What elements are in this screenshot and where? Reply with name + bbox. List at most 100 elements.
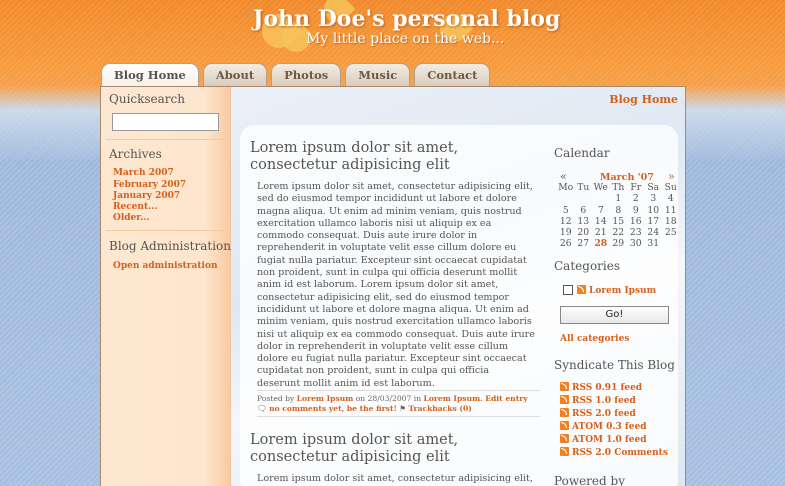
rss-icon[interactable] bbox=[560, 408, 569, 417]
calendar-day[interactable]: 2 bbox=[627, 193, 645, 204]
calendar-weekday: Sa bbox=[647, 182, 660, 193]
calendar-day[interactable]: 16 bbox=[627, 216, 645, 227]
comment-icon: 🗨 bbox=[257, 404, 267, 413]
divider bbox=[106, 139, 226, 140]
calendar-weekday: Su bbox=[664, 182, 677, 193]
calendar-weekday: Th bbox=[612, 182, 625, 193]
feed-link-rss-20[interactable]: RSS 2.0 feed bbox=[572, 409, 636, 419]
calendar-day[interactable]: 17 bbox=[645, 216, 663, 227]
powered-by-heading: Powered by bbox=[554, 474, 625, 486]
category-checkbox[interactable] bbox=[563, 285, 573, 295]
calendar-day[interactable]: 26 bbox=[557, 238, 575, 249]
rss-icon[interactable] bbox=[577, 285, 586, 294]
calendar-day[interactable]: 5 bbox=[557, 205, 575, 216]
quicksearch-heading: Quicksearch bbox=[109, 92, 185, 106]
post-meta-line-2: 🗨 no comments yet, be the first! ⚑ Track… bbox=[257, 404, 472, 413]
tab-music[interactable]: Music bbox=[345, 63, 411, 87]
archives-heading: Archives bbox=[109, 147, 162, 161]
calendar-day[interactable]: 15 bbox=[610, 216, 628, 227]
post-body: Lorem ipsum dolor sit amet, consectetur … bbox=[257, 473, 533, 486]
categories-heading: Categories bbox=[554, 259, 620, 273]
calendar-day[interactable]: 11 bbox=[662, 205, 680, 216]
post-body: Lorem ipsum dolor sit amet, consectetur … bbox=[257, 181, 535, 389]
calendar-day[interactable]: 27 bbox=[575, 238, 593, 249]
archive-link-march-2007[interactable]: March 2007 bbox=[113, 168, 174, 178]
calendar-day[interactable]: 25 bbox=[662, 227, 680, 238]
rss-icon[interactable] bbox=[560, 434, 569, 443]
breadcrumb[interactable]: Blog Home bbox=[609, 93, 678, 106]
tab-photos[interactable]: Photos bbox=[271, 63, 342, 87]
blog-administration-heading: Blog Administration bbox=[109, 239, 231, 253]
trackbacks-link[interactable]: Trackbacks (0) bbox=[408, 404, 471, 413]
rss-icon[interactable] bbox=[560, 395, 569, 404]
posted-by-label: Posted by bbox=[257, 394, 295, 403]
calendar-day bbox=[557, 193, 575, 204]
site-subtitle: My little place on the web... bbox=[306, 31, 505, 47]
archive-link-older[interactable]: Older... bbox=[113, 213, 150, 223]
calendar-weekday: Tu bbox=[577, 182, 590, 193]
tab-contact[interactable]: Contact bbox=[414, 63, 491, 87]
calendar-day[interactable]: 7 bbox=[592, 205, 610, 216]
calendar-day[interactable]: 9 bbox=[627, 205, 645, 216]
calendar-day[interactable]: 18 bbox=[662, 216, 680, 227]
go-button[interactable]: Go! bbox=[560, 306, 669, 324]
calendar-day[interactable]: 29 bbox=[610, 238, 628, 249]
divider bbox=[257, 416, 540, 417]
post-category-link[interactable]: Lorem Ipsum. bbox=[424, 394, 483, 403]
post-author-link[interactable]: Lorem Ipsum bbox=[297, 394, 354, 403]
calendar-day[interactable]: 4 bbox=[662, 193, 680, 204]
syndicate-heading: Syndicate This Blog bbox=[554, 358, 675, 372]
open-administration-link[interactable]: Open administration bbox=[113, 261, 217, 271]
calendar-grid: Mo Tu We Th Fr Sa Su 1 2 3 4 5 6 7 8 9 10 11 12 13 14… bbox=[557, 182, 680, 250]
calendar-day[interactable]: 19 bbox=[557, 227, 575, 238]
post-date-label: on 28/03/2007 in bbox=[355, 394, 422, 403]
feed-link-rss-091[interactable]: RSS 0.91 feed bbox=[572, 383, 642, 393]
calendar-day[interactable]: 10 bbox=[645, 205, 663, 216]
calendar-day[interactable]: 21 bbox=[592, 227, 610, 238]
calendar-weekday: We bbox=[593, 182, 608, 193]
edit-entry-link[interactable]: Edit entry bbox=[485, 394, 527, 403]
divider bbox=[106, 230, 226, 231]
feed-link-atom-03[interactable]: ATOM 0.3 feed bbox=[572, 422, 647, 432]
tab-blog-home[interactable]: Blog Home bbox=[101, 63, 199, 88]
calendar-day[interactable]: 28 bbox=[592, 238, 610, 249]
calendar-day[interactable]: 8 bbox=[610, 205, 628, 216]
archive-link-january-2007[interactable]: January 2007 bbox=[113, 191, 180, 201]
calendar-day[interactable]: 30 bbox=[627, 238, 645, 249]
divider bbox=[257, 390, 540, 391]
archive-link-february-2007[interactable]: February 2007 bbox=[113, 180, 186, 190]
calendar-day[interactable]: 12 bbox=[557, 216, 575, 227]
calendar-day[interactable]: 31 bbox=[645, 238, 663, 249]
rss-icon[interactable] bbox=[560, 421, 569, 430]
calendar-day[interactable]: 20 bbox=[575, 227, 593, 238]
category-link-lorem-ipsum[interactable]: Lorem Ipsum bbox=[589, 286, 656, 296]
calendar-day[interactable]: 1 bbox=[610, 193, 628, 204]
calendar-day[interactable]: 23 bbox=[627, 227, 645, 238]
feed-link-rss-20-comments[interactable]: RSS 2.0 Comments bbox=[572, 448, 668, 458]
calendar-weekday: Mo bbox=[558, 182, 574, 193]
calendar-day bbox=[575, 193, 593, 204]
calendar-weekday: Fr bbox=[630, 182, 642, 193]
post-title[interactable]: Lorem ipsum dolor sit amet, consectetur … bbox=[250, 140, 530, 174]
calendar-day[interactable]: 14 bbox=[592, 216, 610, 227]
archive-link-recent[interactable]: Recent... bbox=[113, 202, 158, 212]
calendar-heading: Calendar bbox=[554, 146, 610, 160]
calendar-day[interactable]: 13 bbox=[575, 216, 593, 227]
calendar-day[interactable]: 3 bbox=[645, 193, 663, 204]
rss-icon[interactable] bbox=[560, 382, 569, 391]
feed-link-atom-10[interactable]: ATOM 1.0 feed bbox=[572, 435, 647, 445]
tab-about[interactable]: About bbox=[202, 63, 268, 87]
all-categories-link[interactable]: All categories bbox=[560, 334, 629, 344]
post-meta-line: Posted by Lorem Ipsum on 28/03/2007 in L… bbox=[257, 394, 528, 403]
post-title[interactable]: Lorem ipsum dolor sit amet, consectetur … bbox=[250, 432, 530, 466]
site-title[interactable]: John Doe's personal blog bbox=[253, 6, 560, 32]
main-nav-tabs: Blog Home About Photos Music Contact bbox=[101, 63, 491, 88]
comments-link[interactable]: no comments yet, be the first! bbox=[269, 404, 397, 413]
trackback-icon: ⚑ bbox=[399, 404, 407, 413]
quicksearch-input[interactable] bbox=[112, 113, 219, 131]
feed-link-rss-10[interactable]: RSS 1.0 feed bbox=[572, 396, 636, 406]
rss-icon[interactable] bbox=[560, 447, 569, 456]
calendar-day[interactable]: 22 bbox=[610, 227, 628, 238]
calendar-day[interactable]: 24 bbox=[645, 227, 663, 238]
calendar-day[interactable]: 6 bbox=[575, 205, 593, 216]
